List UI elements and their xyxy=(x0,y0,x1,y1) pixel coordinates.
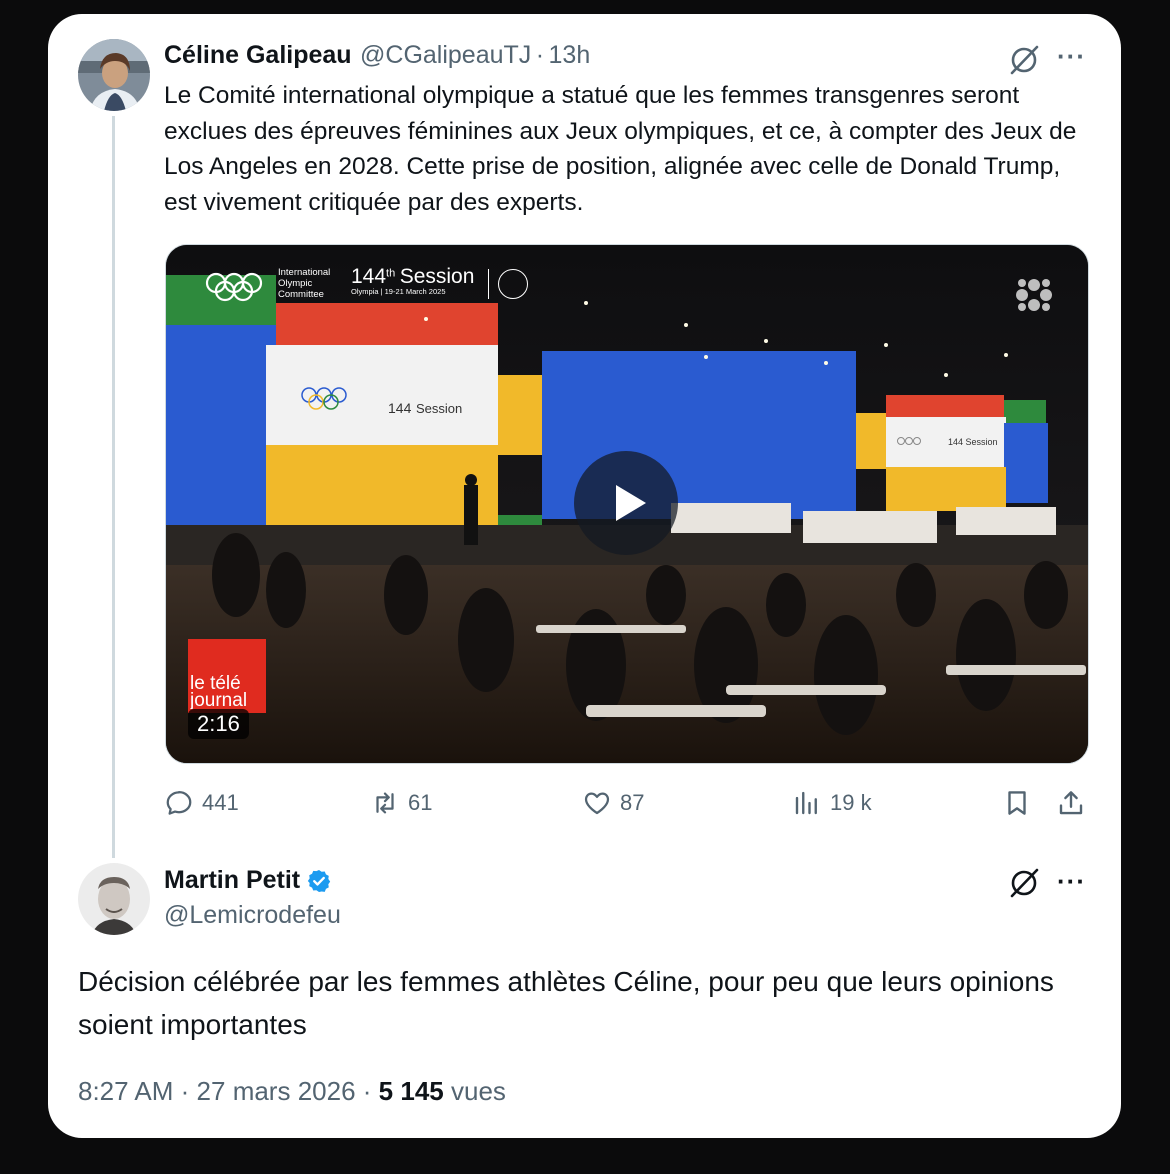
post-time[interactable]: 8:27 AM xyxy=(78,1076,173,1106)
like-count: 87 xyxy=(620,790,645,815)
repost-count: 61 xyxy=(408,790,433,815)
author-name[interactable]: Céline Galipeau xyxy=(164,41,352,69)
reply-author-name[interactable]: Martin Petit xyxy=(164,866,300,895)
repost-icon xyxy=(376,792,394,814)
ioc-line-3: Committee xyxy=(278,289,324,300)
olive-wreath-icon xyxy=(498,269,528,299)
session-subtitle: Olympia | 19-21 March 2025 xyxy=(351,287,446,296)
caption-divider xyxy=(488,269,489,299)
bookmark-icon xyxy=(1008,791,1026,815)
tweet-time[interactable]: 13h xyxy=(549,41,591,69)
bookmark-action[interactable] xyxy=(1002,788,1032,818)
grok-icon[interactable] xyxy=(1007,866,1041,900)
tweet-text: Le Comité international olympique a stat… xyxy=(164,82,1077,216)
play-icon xyxy=(616,485,646,521)
svg-text:144: 144 xyxy=(388,400,412,416)
meta-separator: · xyxy=(535,41,545,69)
ioc-line-1: International xyxy=(278,267,331,278)
thread-connector xyxy=(112,116,115,858)
video-player[interactable]: 144 Session 144 Session International Ol… xyxy=(165,244,1089,764)
reply-icon xyxy=(166,791,192,815)
grok-icon[interactable] xyxy=(1007,43,1041,77)
more-icon[interactable]: ··· xyxy=(1057,41,1086,72)
author-avatar[interactable] xyxy=(78,39,150,111)
tweet-header: Céline Galipeau @CGalipeauTJ · 13h xyxy=(164,41,590,70)
video-duration: 2:16 xyxy=(188,709,249,739)
reply-action[interactable]: 441 xyxy=(164,788,239,818)
views-action[interactable]: 19 k xyxy=(792,788,872,818)
reply-count: 441 xyxy=(202,790,239,815)
broadcaster-line-2: journal xyxy=(190,690,248,709)
session-word: Session xyxy=(399,265,475,288)
footer-separator: · xyxy=(362,1076,372,1106)
session-number: 144 xyxy=(351,265,387,288)
verified-badge-icon xyxy=(307,869,331,892)
share-action[interactable] xyxy=(1056,788,1086,818)
post-view-count: 5 145 xyxy=(378,1076,444,1106)
views-count: 19 k xyxy=(830,790,872,815)
repost-action[interactable]: 61 xyxy=(370,788,432,818)
post-date[interactable]: 27 mars 2026 xyxy=(197,1076,356,1106)
share-icon xyxy=(1059,791,1083,815)
play-button[interactable] xyxy=(574,451,678,555)
reply-author-avatar[interactable] xyxy=(78,863,150,935)
ioc-caption: International Olympic Committee xyxy=(278,267,330,300)
reply-text: Décision célébrée par les femmes athlète… xyxy=(78,966,1054,1040)
like-icon xyxy=(584,792,610,815)
session-caption: 144th Session Olympia | 19-21 March 2025 xyxy=(351,265,474,296)
reply-more-icon[interactable]: ··· xyxy=(1057,866,1086,897)
session-sup: th xyxy=(386,267,396,280)
reply-header: Martin Petit xyxy=(164,866,332,895)
like-action[interactable]: 87 xyxy=(582,788,644,818)
ioc-line-2: Olympic xyxy=(278,278,313,289)
reply-author-handle[interactable]: @Lemicrodefeu xyxy=(164,901,341,930)
footer-separator: · xyxy=(180,1076,190,1106)
svg-text:Session: Session xyxy=(416,401,462,416)
views-icon xyxy=(795,791,817,815)
post-view-label: vues xyxy=(450,1076,506,1106)
broadcaster-logo: le télé journal xyxy=(190,675,266,709)
author-handle[interactable]: @CGalipeauTJ xyxy=(360,41,531,69)
svg-text:144 Session: 144 Session xyxy=(948,437,998,447)
reply-footer: 8:27 AM · 27 mars 2026 · 5 145 vues xyxy=(78,1076,506,1107)
